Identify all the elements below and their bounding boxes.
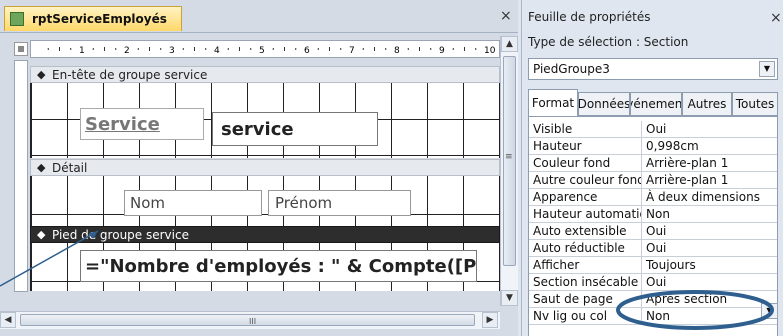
ruler-label: 7 [349, 46, 355, 56]
property-name: Nv lig ou col [529, 308, 642, 324]
ruler-label: 3 [169, 46, 175, 56]
property-row[interactable]: Section insécable Oui [529, 274, 777, 291]
detail-area[interactable] [30, 176, 500, 226]
scroll-up-button[interactable]: ▲ [501, 36, 518, 52]
report-tab-label: rptServiceEmployés [32, 12, 167, 26]
section-arrow-icon: ◆ [37, 161, 46, 174]
count-expression-textbox[interactable]: ="Nombre d'employés : " & Compte([Prénom… [80, 250, 477, 282]
scroll-right-button[interactable]: ▶ [482, 312, 498, 328]
report-design-pane: rptServiceEmployés × 1 2 3 4 5 6 7 8 9 10 ◆ En-tê… [0, 0, 518, 336]
property-value[interactable]: Oui [642, 240, 777, 256]
ruler-label: 1 [79, 46, 85, 56]
property-name: Autre couleur fond [529, 172, 642, 188]
property-value[interactable]: Après section [642, 291, 777, 307]
property-name: Visible [529, 121, 642, 137]
ruler-label: 4 [214, 46, 220, 56]
vertical-scrollbar[interactable]: ▲ ≡ ▼ [500, 36, 518, 306]
tab-donnees[interactable]: Données [578, 92, 630, 116]
property-grid: Visible Oui Hauteur 0,998cm Couleur fond Ar… [528, 116, 778, 336]
ruler-label: 9 [439, 46, 445, 56]
property-row[interactable]: Auto extensible Oui [529, 223, 777, 240]
section-arrow-icon: ◆ [37, 68, 46, 81]
service-textbox[interactable]: service [212, 112, 378, 146]
property-row[interactable]: Apparence À deux dimensions [529, 189, 777, 206]
service-label-control[interactable]: Service [80, 108, 204, 140]
property-name: Auto réductible [529, 240, 642, 256]
tab-autres[interactable]: Autres [682, 92, 732, 116]
section-group-header-bar[interactable]: ◆ En-tête de groupe service [30, 66, 500, 83]
property-sheet-pane: Feuille de propriétés × Type de sélectio… [521, 0, 783, 336]
ruler-label: 2 [124, 46, 130, 56]
vertical-scroll-thumb[interactable]: ≡ [503, 56, 516, 266]
scroll-grip-icon: III [249, 317, 257, 326]
property-value[interactable]: 0,998cm [642, 138, 777, 154]
property-name: Hauteur automatique [529, 206, 642, 222]
property-value[interactable]: Toujours [642, 257, 777, 273]
property-value[interactable]: Oui [642, 223, 777, 239]
chevron-down-icon[interactable]: ▼ [761, 303, 778, 319]
grid-line [31, 214, 500, 215]
property-sheet-title: Feuille de propriétés [528, 10, 651, 24]
section-group-footer-bar[interactable]: ◆ Pied de groupe service [30, 226, 500, 243]
property-row[interactable]: Saut de page Après section [529, 291, 777, 308]
report-selector[interactable] [14, 42, 28, 56]
property-value[interactable]: Oui [642, 274, 777, 290]
horizontal-scroll-thumb[interactable]: III [20, 314, 475, 326]
property-value[interactable]: Non [642, 206, 777, 222]
property-name: Auto extensible [529, 223, 642, 239]
property-name: Apparence [529, 189, 642, 205]
property-value[interactable]: Oui [642, 121, 777, 137]
vertical-ruler[interactable] [14, 60, 28, 292]
tab-toutes[interactable]: Toutes [732, 92, 778, 116]
chevron-down-icon[interactable]: ▼ [759, 61, 775, 77]
scroll-left-button[interactable]: ◀ [0, 312, 16, 328]
section-header-label: En-tête de groupe service [52, 67, 208, 82]
close-property-sheet-button[interactable]: × [770, 10, 782, 26]
property-value[interactable]: Arrière-plan 1 [642, 172, 777, 188]
grid-line [31, 155, 500, 156]
ruler-label: 5 [259, 46, 265, 56]
property-row[interactable]: Hauteur 0,998cm [529, 138, 777, 155]
section-arrow-icon: ◆ [37, 228, 46, 241]
property-name: Section insécable [529, 274, 642, 290]
tab-evenements[interactable]: Événements [630, 92, 682, 116]
property-row[interactable]: Visible Oui [529, 121, 777, 138]
section-detail-label: Détail [52, 160, 88, 175]
document-tab-strip: rptServiceEmployés × [0, 0, 518, 33]
property-value[interactable]: Arrière-plan 1 [642, 155, 777, 171]
selection-value: PiedGroupe3 [533, 62, 610, 76]
ruler-label: 6 [304, 46, 310, 56]
property-name: Hauteur [529, 138, 642, 154]
report-icon [10, 12, 24, 26]
property-name: Afficher [529, 257, 642, 273]
report-tab[interactable]: rptServiceEmployés [4, 6, 182, 31]
property-value[interactable]: À deux dimensions [642, 189, 777, 205]
property-row[interactable]: Couleur fond Arrière-plan 1 [529, 155, 777, 172]
property-name: Saut de page [529, 291, 642, 307]
section-footer-label: Pied de groupe service [52, 227, 189, 242]
close-report-button[interactable]: × [500, 8, 512, 24]
selection-type-label: Type de sélection : Section [528, 35, 689, 49]
horizontal-ruler[interactable]: 1 2 3 4 5 6 7 8 9 10 [30, 40, 500, 58]
property-row[interactable]: Hauteur automatiqueNon [529, 206, 777, 223]
scroll-down-button[interactable]: ▼ [501, 290, 518, 306]
ruler-label: 10 [484, 46, 496, 56]
property-row[interactable]: Nv lig ou col Non [529, 308, 777, 325]
scroll-grip-icon: ≡ [505, 152, 513, 162]
property-row[interactable]: Auto réductible Oui [529, 240, 777, 257]
property-name: Couleur fond [529, 155, 642, 171]
section-detail-bar[interactable]: ◆ Détail [30, 159, 500, 176]
tab-format[interactable]: Format [528, 89, 578, 116]
ruler-ticks: 1 2 3 4 5 6 7 8 9 10 [47, 46, 496, 56]
ruler-label: 8 [394, 46, 400, 56]
nom-label-control[interactable]: Nom [124, 190, 262, 216]
horizontal-scrollbar[interactable]: ◀ III ▶ [0, 311, 500, 329]
property-value[interactable]: Non [642, 308, 777, 324]
property-row[interactable]: Afficher Toujours [529, 257, 777, 274]
property-row[interactable]: Autre couleur fond Arrière-plan 1 [529, 172, 777, 189]
prenom-textbox[interactable]: Prénom [268, 190, 411, 216]
selection-dropdown[interactable]: PiedGroupe3 ▼ [528, 58, 778, 80]
